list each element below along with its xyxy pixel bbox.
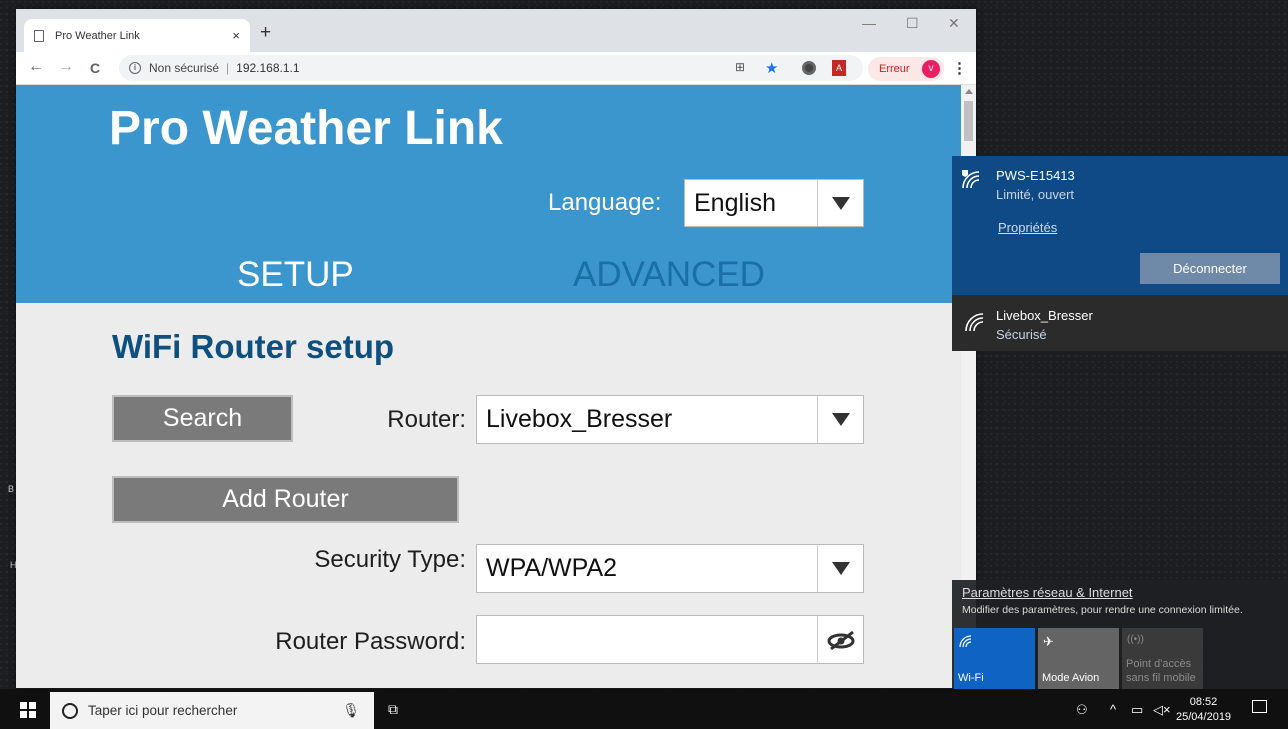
extension-icon[interactable]: [802, 61, 816, 75]
people-icon[interactable]: ⚇: [1076, 702, 1088, 718]
browser-menu-icon[interactable]: ⋮: [952, 59, 967, 77]
language-value: English: [694, 188, 776, 217]
router-value: Livebox_Bresser: [486, 405, 673, 433]
properties-link[interactable]: Propriétés: [998, 220, 1057, 235]
url-text: 192.168.1.1: [236, 61, 300, 75]
tab-setup[interactable]: SETUP: [237, 255, 354, 295]
airplane-icon: ✈: [1043, 634, 1054, 649]
security-status: Non sécurisé: [149, 61, 220, 75]
language-select[interactable]: English: [684, 179, 864, 227]
browser-toolbar: ← → C i Non sécurisé | 192.168.1.1 ⊞ ★ A…: [16, 52, 976, 85]
network-name: Livebox_Bresser: [996, 308, 1093, 323]
minimize-button[interactable]: —: [862, 15, 876, 31]
network-status: Limité, ouvert: [996, 187, 1075, 202]
scroll-up-icon[interactable]: [965, 89, 973, 94]
wifi-icon: [959, 634, 973, 651]
network-item-connected[interactable]: PWS-E15413 Limité, ouvert Propriétés Déc…: [952, 156, 1288, 295]
avatar[interactable]: v: [922, 60, 940, 78]
router-select[interactable]: Livebox_Bresser: [476, 395, 864, 444]
tab-strip: Pro Weather Link × + — ☐ ✕: [16, 9, 976, 52]
address-bar[interactable]: i Non sécurisé | 192.168.1.1 ⊞ ★: [119, 55, 863, 81]
router-password-input[interactable]: [476, 615, 864, 664]
profile-error-pill[interactable]: Erreur v: [868, 57, 944, 81]
wifi-shield-icon: [962, 170, 980, 189]
battery-icon[interactable]: ▭: [1131, 702, 1143, 718]
tile-label: Wi-Fi: [958, 672, 984, 684]
network-settings-description: Modifier des paramètres, pour rendre une…: [962, 604, 1243, 616]
translate-icon[interactable]: ⊞: [735, 60, 745, 74]
taskbar: Taper ici pour rechercher 🎙 ⧉ ⚇ ^ ▭ ◁× 0…: [0, 689, 1288, 729]
hotspot-icon: ((•)): [1127, 634, 1144, 645]
tab-close-icon[interactable]: ×: [232, 28, 240, 43]
clock-time: 08:52: [1189, 696, 1218, 708]
network-settings-link[interactable]: Paramètres réseau & Internet: [962, 585, 1133, 600]
search-placeholder: Taper ici pour rechercher: [88, 703, 238, 718]
reload-button[interactable]: C: [90, 60, 100, 76]
taskbar-search-box[interactable]: Taper ici pour rechercher 🎙: [50, 692, 374, 729]
page-icon: [34, 29, 44, 42]
cortana-circle-icon[interactable]: [62, 702, 78, 719]
site-title: Pro Weather Link: [109, 102, 503, 155]
language-label: Language:: [548, 189, 662, 216]
wifi-flyout: PWS-E15413 Limité, ouvert Propriétés Déc…: [952, 156, 1288, 689]
divider: |: [226, 61, 230, 75]
network-status: Sécurisé: [996, 327, 1047, 342]
search-button[interactable]: Search: [112, 395, 293, 442]
dropdown-arrow-icon[interactable]: [817, 180, 863, 226]
bookmark-star-icon[interactable]: ★: [765, 59, 778, 77]
tab-advanced[interactable]: ADVANCED: [573, 255, 765, 295]
security-type-label: Security Type:: [314, 546, 466, 573]
section-title: WiFi Router setup: [112, 328, 395, 365]
tile-wifi[interactable]: Wi-Fi: [954, 628, 1035, 689]
new-tab-button[interactable]: +: [260, 22, 271, 44]
browser-window: Pro Weather Link × + — ☐ ✕ ← → C i Non s…: [16, 9, 976, 688]
pdf-extension-icon[interactable]: A: [832, 60, 846, 76]
close-window-button[interactable]: ✕: [948, 15, 960, 32]
forward-button[interactable]: →: [58, 58, 74, 76]
web-page: Pro Weather Link Language: English SETUP…: [16, 85, 961, 688]
action-center-icon[interactable]: [1252, 700, 1267, 713]
desktop-icon-label: B: [8, 484, 15, 494]
start-windows-icon[interactable]: [20, 702, 36, 718]
info-icon[interactable]: i: [129, 62, 141, 74]
toggle-password-visibility-button[interactable]: [817, 616, 863, 663]
tile-label: Point d'accès sans fil mobile: [1126, 658, 1196, 684]
microphone-icon[interactable]: 🎙: [342, 702, 360, 719]
error-label: Erreur: [879, 63, 910, 75]
maximize-button[interactable]: ☐: [906, 15, 919, 32]
volume-muted-icon[interactable]: ◁×: [1153, 702, 1171, 718]
security-type-value: WPA/WPA2: [486, 554, 618, 582]
security-type-select[interactable]: WPA/WPA2: [476, 544, 864, 593]
network-item[interactable]: Livebox_Bresser Sécurisé: [952, 295, 1288, 351]
dropdown-arrow-icon[interactable]: [817, 396, 863, 443]
tile-mobile-hotspot: ((•)) Point d'accès sans fil mobile: [1122, 628, 1203, 689]
tab-title: Pro Weather Link: [55, 29, 140, 42]
flyout-settings-panel: Paramètres réseau & Internet Modifier de…: [952, 580, 1288, 689]
back-button[interactable]: ←: [28, 58, 44, 76]
scroll-thumb[interactable]: [964, 101, 973, 141]
router-password-label: Router Password:: [275, 628, 466, 655]
dropdown-arrow-icon[interactable]: [817, 545, 863, 592]
page-header: Pro Weather Link Language: English SETUP…: [16, 85, 961, 303]
clock-date: 25/04/2019: [1176, 711, 1232, 723]
task-view-icon[interactable]: ⧉: [388, 701, 398, 718]
browser-tab[interactable]: Pro Weather Link ×: [24, 19, 250, 52]
tile-airplane-mode[interactable]: ✈ Mode Avion: [1038, 628, 1119, 689]
network-name: PWS-E15413: [996, 168, 1075, 183]
wifi-icon: [965, 313, 984, 332]
disconnect-button[interactable]: Déconnecter: [1140, 253, 1280, 284]
taskbar-clock[interactable]: 08:52 25/04/2019: [1176, 695, 1231, 725]
add-router-button[interactable]: Add Router: [112, 476, 459, 523]
router-label: Router:: [387, 406, 466, 433]
chevron-up-icon[interactable]: ^: [1110, 702, 1116, 717]
eye-slash-icon: [827, 630, 854, 650]
tile-label: Mode Avion: [1042, 672, 1100, 684]
